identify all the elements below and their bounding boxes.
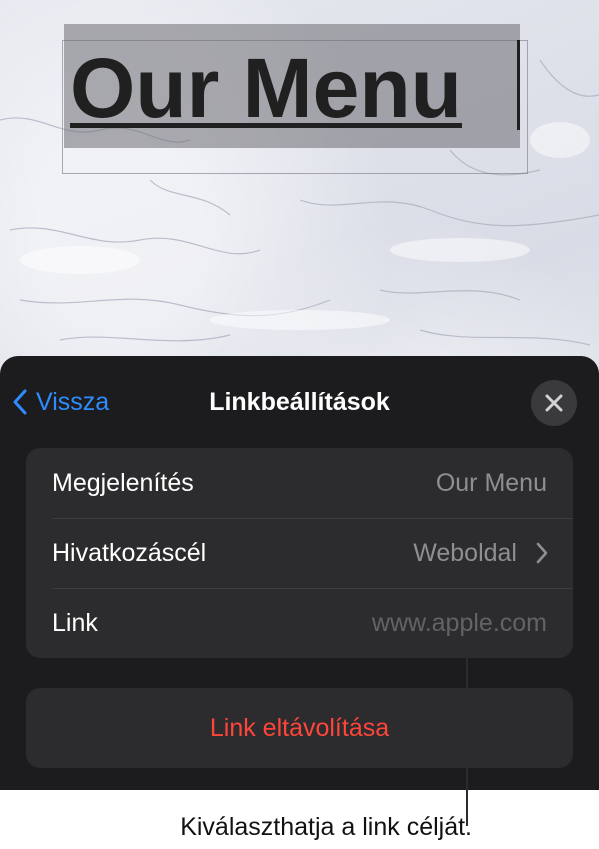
display-row[interactable]: Megjelenítés Our Menu xyxy=(26,448,573,518)
display-value[interactable]: Our Menu xyxy=(436,448,547,518)
device-screen: Our Menu Linkbeállítások Vissza Megjelen… xyxy=(0,0,599,790)
link-target-value: Weboldal xyxy=(413,539,517,567)
text-cursor xyxy=(517,40,520,130)
back-button[interactable]: Vissza xyxy=(12,384,109,420)
close-icon xyxy=(545,394,563,412)
link-target-row[interactable]: Hivatkozáscél Weboldal xyxy=(26,518,573,588)
chevron-left-icon xyxy=(13,389,27,415)
display-label: Megjelenítés xyxy=(52,469,194,497)
document-title-text[interactable]: Our Menu xyxy=(70,38,462,138)
callout-caption: Kiválaszthatja a link célját. xyxy=(180,813,472,841)
close-button[interactable] xyxy=(531,380,577,426)
link-settings-sheet: Linkbeállítások Vissza Megjelenítés Our … xyxy=(0,356,599,790)
link-target-label: Hivatkozáscél xyxy=(52,539,207,567)
remove-link-button[interactable]: Link eltávolítása xyxy=(26,688,573,768)
link-label: Link xyxy=(52,609,98,637)
link-url-field[interactable]: www.apple.com xyxy=(372,588,547,658)
link-options-group: Megjelenítés Our Menu Hivatkozáscél Webo… xyxy=(26,448,573,658)
callout-leader-line xyxy=(466,646,468,826)
link-row[interactable]: Link www.apple.com xyxy=(26,588,573,658)
back-button-label: Vissza xyxy=(36,387,110,416)
chevron-right-icon xyxy=(536,542,548,564)
